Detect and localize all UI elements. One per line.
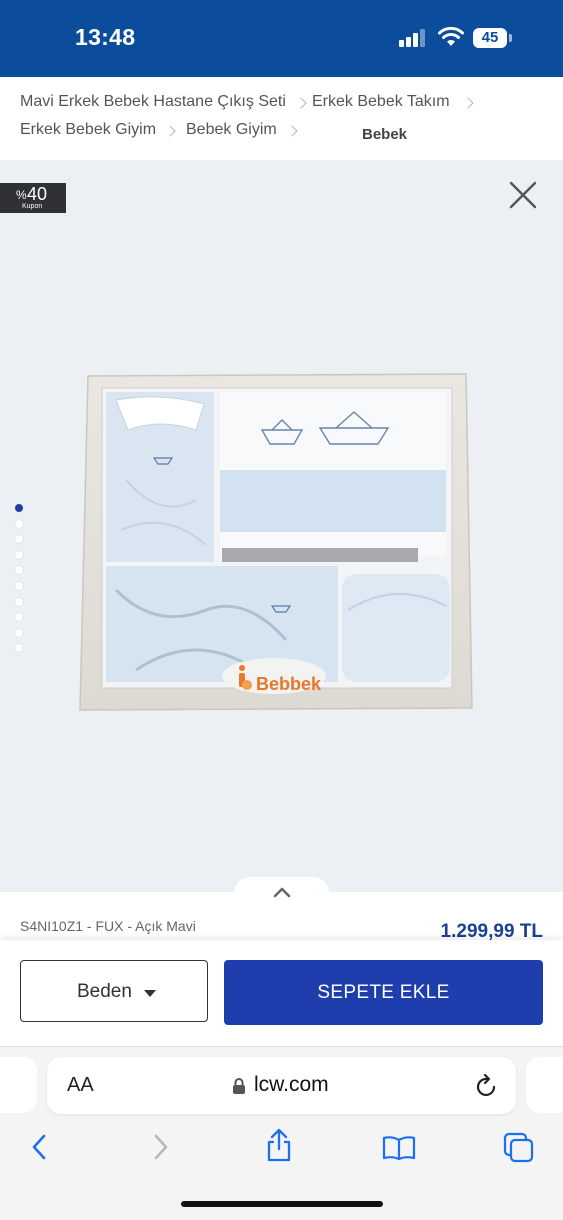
gallery-dot[interactable] <box>15 566 23 575</box>
coupon-label: Kupon <box>22 203 43 210</box>
breadcrumb-item-bebek-giyim[interactable]: Bebek Giyim <box>186 121 277 139</box>
address-bar[interactable]: AA lcw.com <box>47 1057 516 1114</box>
lock-icon <box>233 1078 245 1094</box>
browser-chrome: AA lcw.com <box>0 1046 563 1220</box>
product-photo: Bebbek <box>79 373 473 711</box>
chevron-right-icon <box>164 125 176 137</box>
close-icon[interactable] <box>508 180 538 210</box>
product-price: 1.299,99 TL <box>440 921 543 940</box>
chevron-right-icon <box>286 125 298 137</box>
back-icon[interactable] <box>30 1133 48 1161</box>
brand-logo-text: Bebbek <box>256 674 322 694</box>
share-icon[interactable] <box>265 1127 293 1163</box>
caret-down-icon <box>144 990 156 997</box>
breadcrumb-item-hastane-cikis-seti[interactable]: Mavi Erkek Bebek Hastane Çıkış Seti <box>20 93 286 111</box>
breadcrumb-item-erkek-bebek-giyim[interactable]: Erkek Bebek Giyim <box>20 121 156 139</box>
breadcrumb-item-erkek-bebek-takim[interactable]: Erkek Bebek Takım <box>312 93 450 111</box>
reader-settings-button[interactable]: AA <box>67 1074 94 1097</box>
status-bar: 13:48 45 <box>0 0 563 77</box>
url-text[interactable]: lcw.com <box>254 1073 329 1097</box>
next-tab-peek[interactable] <box>526 1057 563 1113</box>
chevron-right-icon <box>295 97 307 109</box>
chevron-up-icon[interactable] <box>273 886 291 898</box>
gallery-dot[interactable] <box>15 535 23 544</box>
gallery-dot[interactable] <box>15 581 23 590</box>
add-to-cart-button[interactable]: SEPETE EKLE <box>224 960 543 1025</box>
gallery-dot[interactable] <box>15 504 23 512</box>
gallery-dot[interactable] <box>15 550 23 559</box>
size-select-button[interactable]: Beden <box>20 960 208 1022</box>
signal-icon <box>399 29 425 47</box>
gallery-dot[interactable] <box>15 613 23 622</box>
gallery-dot[interactable] <box>15 597 23 606</box>
forward-icon[interactable] <box>152 1133 170 1161</box>
bookmarks-icon[interactable] <box>382 1135 416 1161</box>
chevron-right-icon <box>462 97 474 109</box>
gallery-dot[interactable] <box>15 628 23 637</box>
size-label: Beden <box>77 981 132 1002</box>
product-sku: S4NI10Z1 - FUX - Açık Mavi <box>20 918 196 934</box>
tabs-icon[interactable] <box>503 1132 535 1164</box>
home-indicator <box>181 1201 383 1207</box>
breadcrumb-item-bebek[interactable]: Bebek <box>362 126 407 143</box>
coupon-badge: % 40 Kupon <box>0 183 66 213</box>
aa-label: AA <box>67 1074 94 1096</box>
coupon-percent-sign: % <box>16 188 27 202</box>
gallery-dot[interactable] <box>15 644 23 653</box>
status-time: 13:48 <box>75 24 136 50</box>
battery-cap <box>509 34 512 42</box>
action-bar: Beden SEPETE EKLE <box>0 940 563 1046</box>
gallery-dot[interactable] <box>15 519 23 528</box>
reload-icon[interactable] <box>475 1073 499 1099</box>
battery-indicator: 45 <box>473 28 507 48</box>
previous-tab-peek[interactable] <box>0 1057 37 1113</box>
gallery-pagination <box>14 504 26 660</box>
coupon-value: 40 <box>27 184 48 204</box>
wifi-icon <box>438 26 464 46</box>
